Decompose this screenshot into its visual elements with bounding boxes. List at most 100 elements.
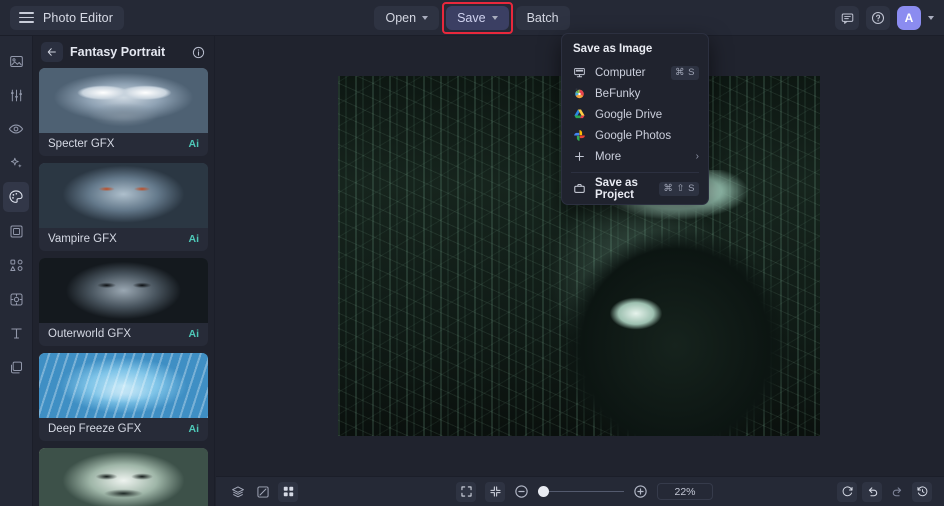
feedback-button[interactable]	[835, 6, 859, 30]
reset-button[interactable]	[837, 481, 857, 502]
zoom-controls: 22%	[456, 481, 713, 502]
menu-item-google-drive[interactable]: Google Drive	[562, 104, 708, 125]
effect-thumbnail	[39, 163, 208, 228]
sidebar-item-artsy-tool[interactable]	[3, 182, 29, 212]
layers-icon	[232, 485, 244, 497]
menu-item-shortcut: ⌘ S	[671, 65, 699, 80]
effects-panel: Fantasy Portrait Specter GFX Ai Vampire …	[33, 36, 215, 506]
refresh-icon	[842, 486, 853, 497]
effect-thumbnail	[39, 258, 208, 323]
menu-item-label: Google Drive	[595, 108, 663, 121]
sidebar-item-retouch-tool[interactable]	[3, 114, 29, 144]
history-icon	[916, 486, 927, 497]
effect-thumbnail	[39, 353, 208, 418]
zoom-slider-knob[interactable]	[538, 486, 549, 497]
save-label: Save	[457, 10, 486, 25]
tool-rail	[0, 36, 33, 506]
panel-back-button[interactable]	[41, 42, 63, 62]
avatar-chevron-down-icon[interactable]	[928, 16, 934, 20]
effect-name: Deep Freeze GFX	[48, 423, 142, 435]
zoom-out-icon[interactable]	[514, 484, 529, 499]
briefcase-icon	[573, 182, 586, 195]
menu-item-computer[interactable]: Computer ⌘ S	[562, 62, 708, 83]
list-item[interactable]: Specter GFX Ai	[39, 68, 208, 156]
card-footer: Outerworld GFX Ai	[39, 323, 208, 346]
zoom-in-icon[interactable]	[633, 484, 648, 499]
card-footer: Specter GFX Ai	[39, 133, 208, 156]
plus-icon	[573, 150, 586, 163]
google-drive-icon	[573, 108, 586, 121]
layers-copy-icon	[10, 361, 22, 373]
effect-name: Vampire GFX	[48, 233, 117, 245]
overlay-icon	[10, 293, 22, 305]
list-item[interactable]: Deep Freeze GFX Ai	[39, 353, 208, 441]
sidebar-item-frames-tool[interactable]	[3, 216, 29, 246]
fit-screen-icon	[460, 486, 472, 497]
save-button[interactable]: Save	[442, 1, 513, 34]
zoom-slider-track	[545, 490, 624, 493]
top-center-actions: Open Save Batch	[347, 1, 597, 34]
save-dropdown-menu: Save as Image Computer ⌘ S BeFunky Googl…	[561, 33, 709, 205]
menu-item-label: More	[595, 150, 622, 163]
menu-item-google-photos[interactable]: Google Photos	[562, 125, 708, 146]
history-button[interactable]	[912, 481, 932, 502]
canvas-figure-layer	[559, 169, 792, 436]
menu-divider	[571, 172, 699, 173]
menu-item-shortcut: ⌘ ⇧ S	[659, 181, 699, 196]
ai-badge: Ai	[188, 423, 200, 435]
sidebar-item-text-tool[interactable]	[3, 318, 29, 348]
sidebar-item-layers-tool[interactable]	[3, 352, 29, 382]
list-item[interactable]: Vampire GFX Ai	[39, 163, 208, 251]
shapes-icon	[9, 259, 22, 271]
zoom-level-value[interactable]: 22%	[657, 483, 713, 500]
sidebar-item-adjust-tool[interactable]	[3, 80, 29, 110]
menu-item-save-as-project[interactable]: Save as Project ⌘ ⇧ S	[562, 177, 708, 201]
menu-item-label: Computer	[595, 66, 646, 79]
ai-badge: Ai	[188, 233, 200, 245]
image-icon	[9, 55, 23, 67]
grid-button[interactable]	[278, 481, 298, 502]
fit-screen-button[interactable]	[456, 481, 476, 502]
app-menu-button[interactable]: Photo Editor	[10, 5, 124, 30]
top-right-actions: A	[835, 0, 934, 36]
help-button[interactable]	[866, 6, 890, 30]
chevron-right-icon: ›	[695, 151, 699, 162]
palette-icon	[9, 190, 23, 203]
redo-button[interactable]	[887, 482, 907, 502]
effect-thumbnail	[39, 68, 208, 133]
batch-button[interactable]: Batch	[515, 5, 570, 30]
shrink-icon	[489, 486, 501, 497]
info-circle-icon[interactable]	[192, 46, 205, 59]
list-item[interactable]: Outerworld GFX Ai	[39, 258, 208, 346]
menu-item-more[interactable]: More ›	[562, 146, 708, 167]
zoom-slider[interactable]	[538, 485, 624, 499]
avatar[interactable]: A	[897, 6, 921, 30]
list-item[interactable]: Ghoul GFX Ai	[39, 448, 208, 506]
menu-item-befunky[interactable]: BeFunky	[562, 83, 708, 104]
hamburger-icon	[19, 12, 34, 23]
google-photos-icon	[573, 129, 586, 142]
feedback-icon	[841, 13, 853, 24]
shrink-button[interactable]	[485, 481, 505, 502]
sparkle-icon	[10, 157, 22, 168]
open-button[interactable]: Open	[374, 5, 440, 30]
frame-icon	[10, 225, 22, 237]
text-icon	[10, 327, 22, 339]
sliders-icon	[10, 89, 22, 101]
sidebar-item-image-tool[interactable]	[3, 46, 29, 76]
sidebar-item-effects-tool[interactable]	[3, 148, 29, 178]
menu-item-label: Google Photos	[595, 129, 672, 142]
effect-name: Outerworld GFX	[48, 328, 132, 340]
redo-icon	[892, 487, 901, 497]
effect-thumbnail	[39, 448, 208, 506]
help-circle-icon	[871, 11, 885, 25]
sidebar-item-graphics-tool[interactable]	[3, 250, 29, 280]
compare-button[interactable]	[253, 482, 273, 502]
card-footer: Deep Freeze GFX Ai	[39, 418, 208, 441]
layers-button[interactable]	[228, 482, 248, 502]
top-toolbar: Photo Editor Open Save Batch A	[0, 0, 944, 36]
undo-button[interactable]	[862, 481, 882, 502]
effect-card-list: Specter GFX Ai Vampire GFX Ai Outerworld…	[33, 68, 214, 506]
sidebar-item-overlays-tool[interactable]	[3, 284, 29, 314]
undo-icon	[868, 487, 877, 497]
